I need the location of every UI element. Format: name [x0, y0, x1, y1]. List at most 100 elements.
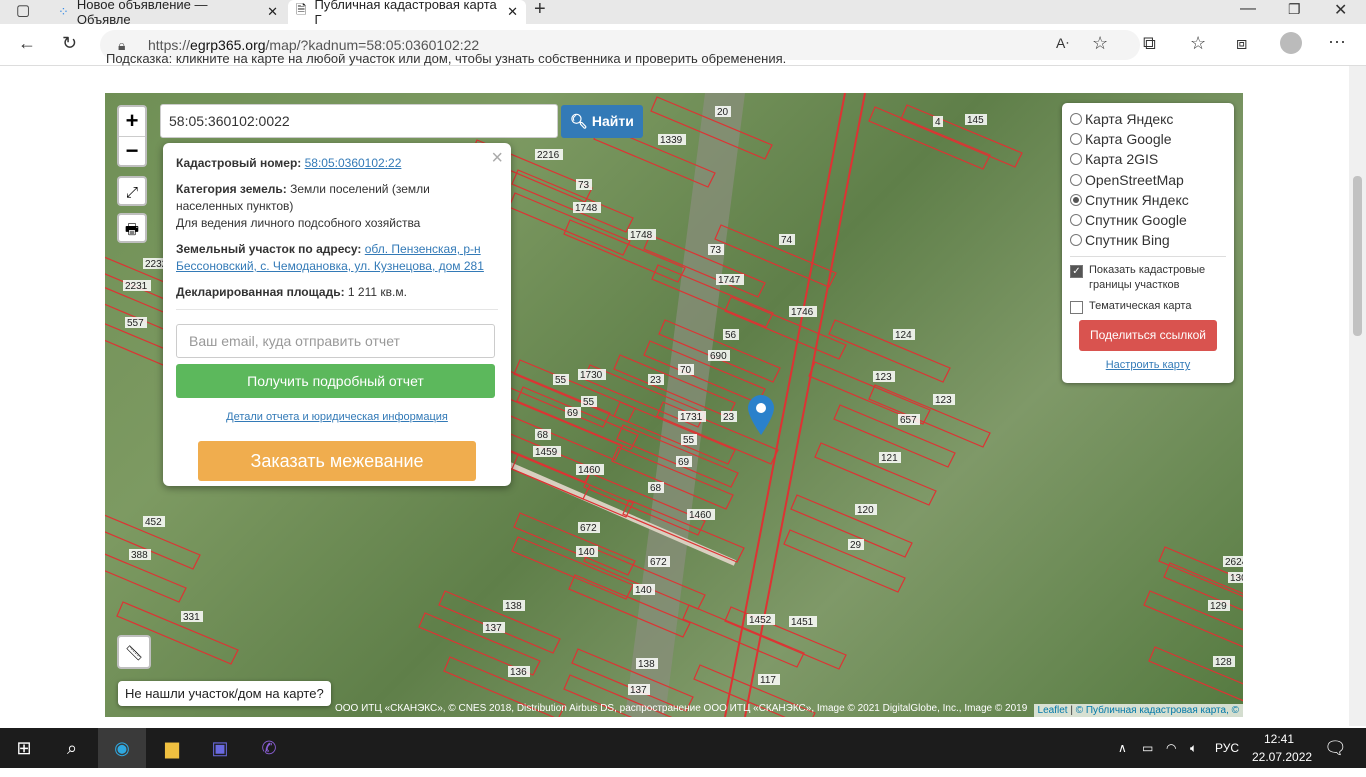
parcel-boundary[interactable]	[868, 384, 991, 448]
parcel-boundary[interactable]	[783, 529, 906, 593]
fullscreen-button[interactable]: ⤢	[117, 176, 147, 206]
collections-icon[interactable]: ⧈	[1236, 33, 1247, 54]
cadastral-attribution-link[interactable]: © Публичная кадастровая карта, ©	[1076, 705, 1239, 716]
favorites-icon[interactable]: ☆	[1190, 33, 1206, 54]
edge-icon[interactable]: ◉	[98, 728, 146, 768]
layer-option[interactable]: Спутник Google	[1070, 210, 1226, 230]
page-scrollbar[interactable]	[1349, 66, 1366, 726]
show-borders-label: Показать кадастровые границы участков	[1089, 264, 1206, 292]
parcel-label: 123	[875, 372, 892, 383]
parcel-label: 69	[678, 457, 690, 468]
wifi-icon[interactable]: ◠	[1166, 728, 1176, 768]
print-button[interactable]: 🖶	[117, 213, 147, 243]
get-report-button[interactable]: Получить подробный отчет	[176, 364, 495, 398]
radio-button[interactable]	[1070, 153, 1082, 166]
parcel-label: 137	[630, 685, 647, 696]
search-icon[interactable]: ⌕	[48, 728, 96, 768]
zoom-out-button[interactable]: −	[119, 136, 145, 165]
zoom-in-button[interactable]: +	[119, 107, 145, 136]
radio-button[interactable]	[1070, 214, 1082, 227]
parcel-label: 1452	[749, 615, 772, 626]
more-icon[interactable]: ···	[1328, 31, 1346, 52]
file-explorer-icon[interactable]: ▆	[148, 728, 196, 768]
cad-number-link[interactable]: 58:05:0360102:22	[305, 156, 402, 170]
radio-button[interactable]	[1070, 234, 1082, 247]
minimize-icon[interactable]: —	[1240, 0, 1256, 18]
parcel-label: 140	[635, 585, 652, 596]
show-hidden-icons[interactable]: ∧	[1118, 728, 1127, 768]
extensions-icon[interactable]: ⧉	[1143, 33, 1156, 54]
area-label: Декларированная площадь:	[176, 285, 345, 299]
cadastral-search-input[interactable]: 58:05:360102:0022	[160, 104, 558, 138]
refresh-icon[interactable]: ↻	[62, 33, 77, 54]
favorite-add-icon[interactable]: ☆	[1092, 33, 1108, 54]
layer-option[interactable]: Карта 2GIS	[1070, 149, 1226, 169]
viber-icon[interactable]: ✆	[245, 728, 293, 768]
parcel-boundary[interactable]	[724, 296, 847, 360]
thematic-map-checkbox[interactable]: Тематическая карта	[1070, 299, 1226, 315]
layer-switcher: Карта Яндекс Карта Google Карта 2GIS OpenSt…	[1062, 103, 1234, 383]
read-aloud-icon[interactable]: Aᐧ	[1056, 35, 1069, 52]
tab-new-ad[interactable]: ⁘ Новое объявление — Объявле ✕	[50, 0, 286, 27]
close-tab-icon[interactable]: ✕	[267, 4, 278, 20]
layer-option[interactable]: Карта Яндекс	[1070, 109, 1226, 129]
show-borders-checkbox[interactable]: ✓ Показать кадастровые границы участков	[1070, 263, 1226, 293]
language-indicator[interactable]: РУС	[1215, 728, 1239, 768]
map[interactable]: 20 1339 73 1748 1748 73 74 1747 1746 56 690 124 1730…	[105, 93, 1243, 717]
floppy-app-icon[interactable]: ▣	[196, 728, 244, 768]
find-button[interactable]: 🔍︎ Найти	[561, 105, 643, 138]
volume-icon[interactable]: 🔈︎	[1190, 728, 1197, 768]
notifications-icon[interactable]: 🗨︎	[1324, 728, 1347, 768]
tab-cadastral-map[interactable]: 🗎 Публичная кадастровая карта Г ✕	[288, 0, 526, 27]
parcel-boundary[interactable]	[814, 442, 937, 506]
close-window-icon[interactable]: ✕	[1334, 0, 1347, 20]
leaflet-link[interactable]: Leaflet	[1038, 705, 1068, 716]
setup-map-link[interactable]: Настроить карту	[1070, 359, 1226, 371]
parcel-boundary[interactable]	[724, 606, 847, 670]
close-tab-icon[interactable]: ✕	[507, 4, 518, 20]
radio-button[interactable]	[1070, 113, 1082, 126]
layer-option[interactable]: OpenStreetMap	[1070, 170, 1226, 190]
radio-button[interactable]	[1070, 173, 1082, 186]
parcel-boundary[interactable]	[500, 397, 623, 461]
order-survey-button[interactable]: Заказать межевание	[198, 441, 476, 481]
parcel-label: 1731	[680, 412, 703, 423]
profile-avatar[interactable]	[1280, 32, 1302, 54]
layer-option[interactable]: Карта Google	[1070, 129, 1226, 149]
parcel-boundary[interactable]	[682, 604, 805, 668]
restore-icon[interactable]: ❐	[1288, 1, 1301, 18]
zoom-control: + −	[117, 105, 147, 167]
report-details-link[interactable]: Детали отчета и юридическая информация	[226, 411, 448, 423]
url-path: /map/?kadnum=58:05:0360102:22	[265, 37, 480, 53]
parcel-label: 1451	[791, 617, 814, 628]
parcel-boundary[interactable]	[511, 536, 634, 600]
tab-actions-icon[interactable]: ▢	[16, 1, 30, 19]
close-popup-icon[interactable]: ×	[491, 147, 503, 170]
parcel-boundary[interactable]	[900, 104, 1023, 168]
back-icon[interactable]: ←	[18, 33, 36, 54]
parcel-label: 1747	[718, 275, 741, 286]
radio-button[interactable]	[1070, 193, 1082, 206]
layer-option[interactable]: Спутник Яндекс	[1070, 190, 1226, 210]
parcel-label: 55	[555, 375, 567, 386]
windows-start-icon[interactable]: ⊞	[0, 728, 48, 768]
attribution-links: Leaflet | © Публичная кадастровая карта,…	[1033, 704, 1243, 717]
scrollbar-thumb[interactable]	[1353, 176, 1362, 336]
share-link-button[interactable]: Поделиться ссылкой	[1079, 320, 1217, 352]
parcel-label: 1746	[791, 307, 814, 318]
parcel-label: 1459	[535, 447, 558, 458]
parcel-label: 1460	[689, 510, 712, 521]
battery-icon[interactable]: ▭	[1142, 728, 1153, 768]
clock-date[interactable]: 22.07.2022	[1252, 737, 1312, 777]
checkbox-checked[interactable]: ✓	[1070, 265, 1083, 279]
checkbox-unchecked[interactable]	[1070, 301, 1083, 315]
layer-option[interactable]: Спутник Bing	[1070, 230, 1226, 250]
radio-button[interactable]	[1070, 133, 1082, 146]
parcel-boundary[interactable]	[508, 192, 631, 256]
parcel-boundary[interactable]	[513, 512, 636, 576]
parcel-label: 70	[680, 365, 692, 376]
colorful-dots-icon: ⁘	[58, 4, 69, 19]
ruler-button[interactable]: 📏︎	[117, 635, 151, 669]
new-tab-icon[interactable]: +	[534, 0, 546, 21]
email-input[interactable]: Ваш email, куда отправить отчет	[176, 324, 495, 358]
